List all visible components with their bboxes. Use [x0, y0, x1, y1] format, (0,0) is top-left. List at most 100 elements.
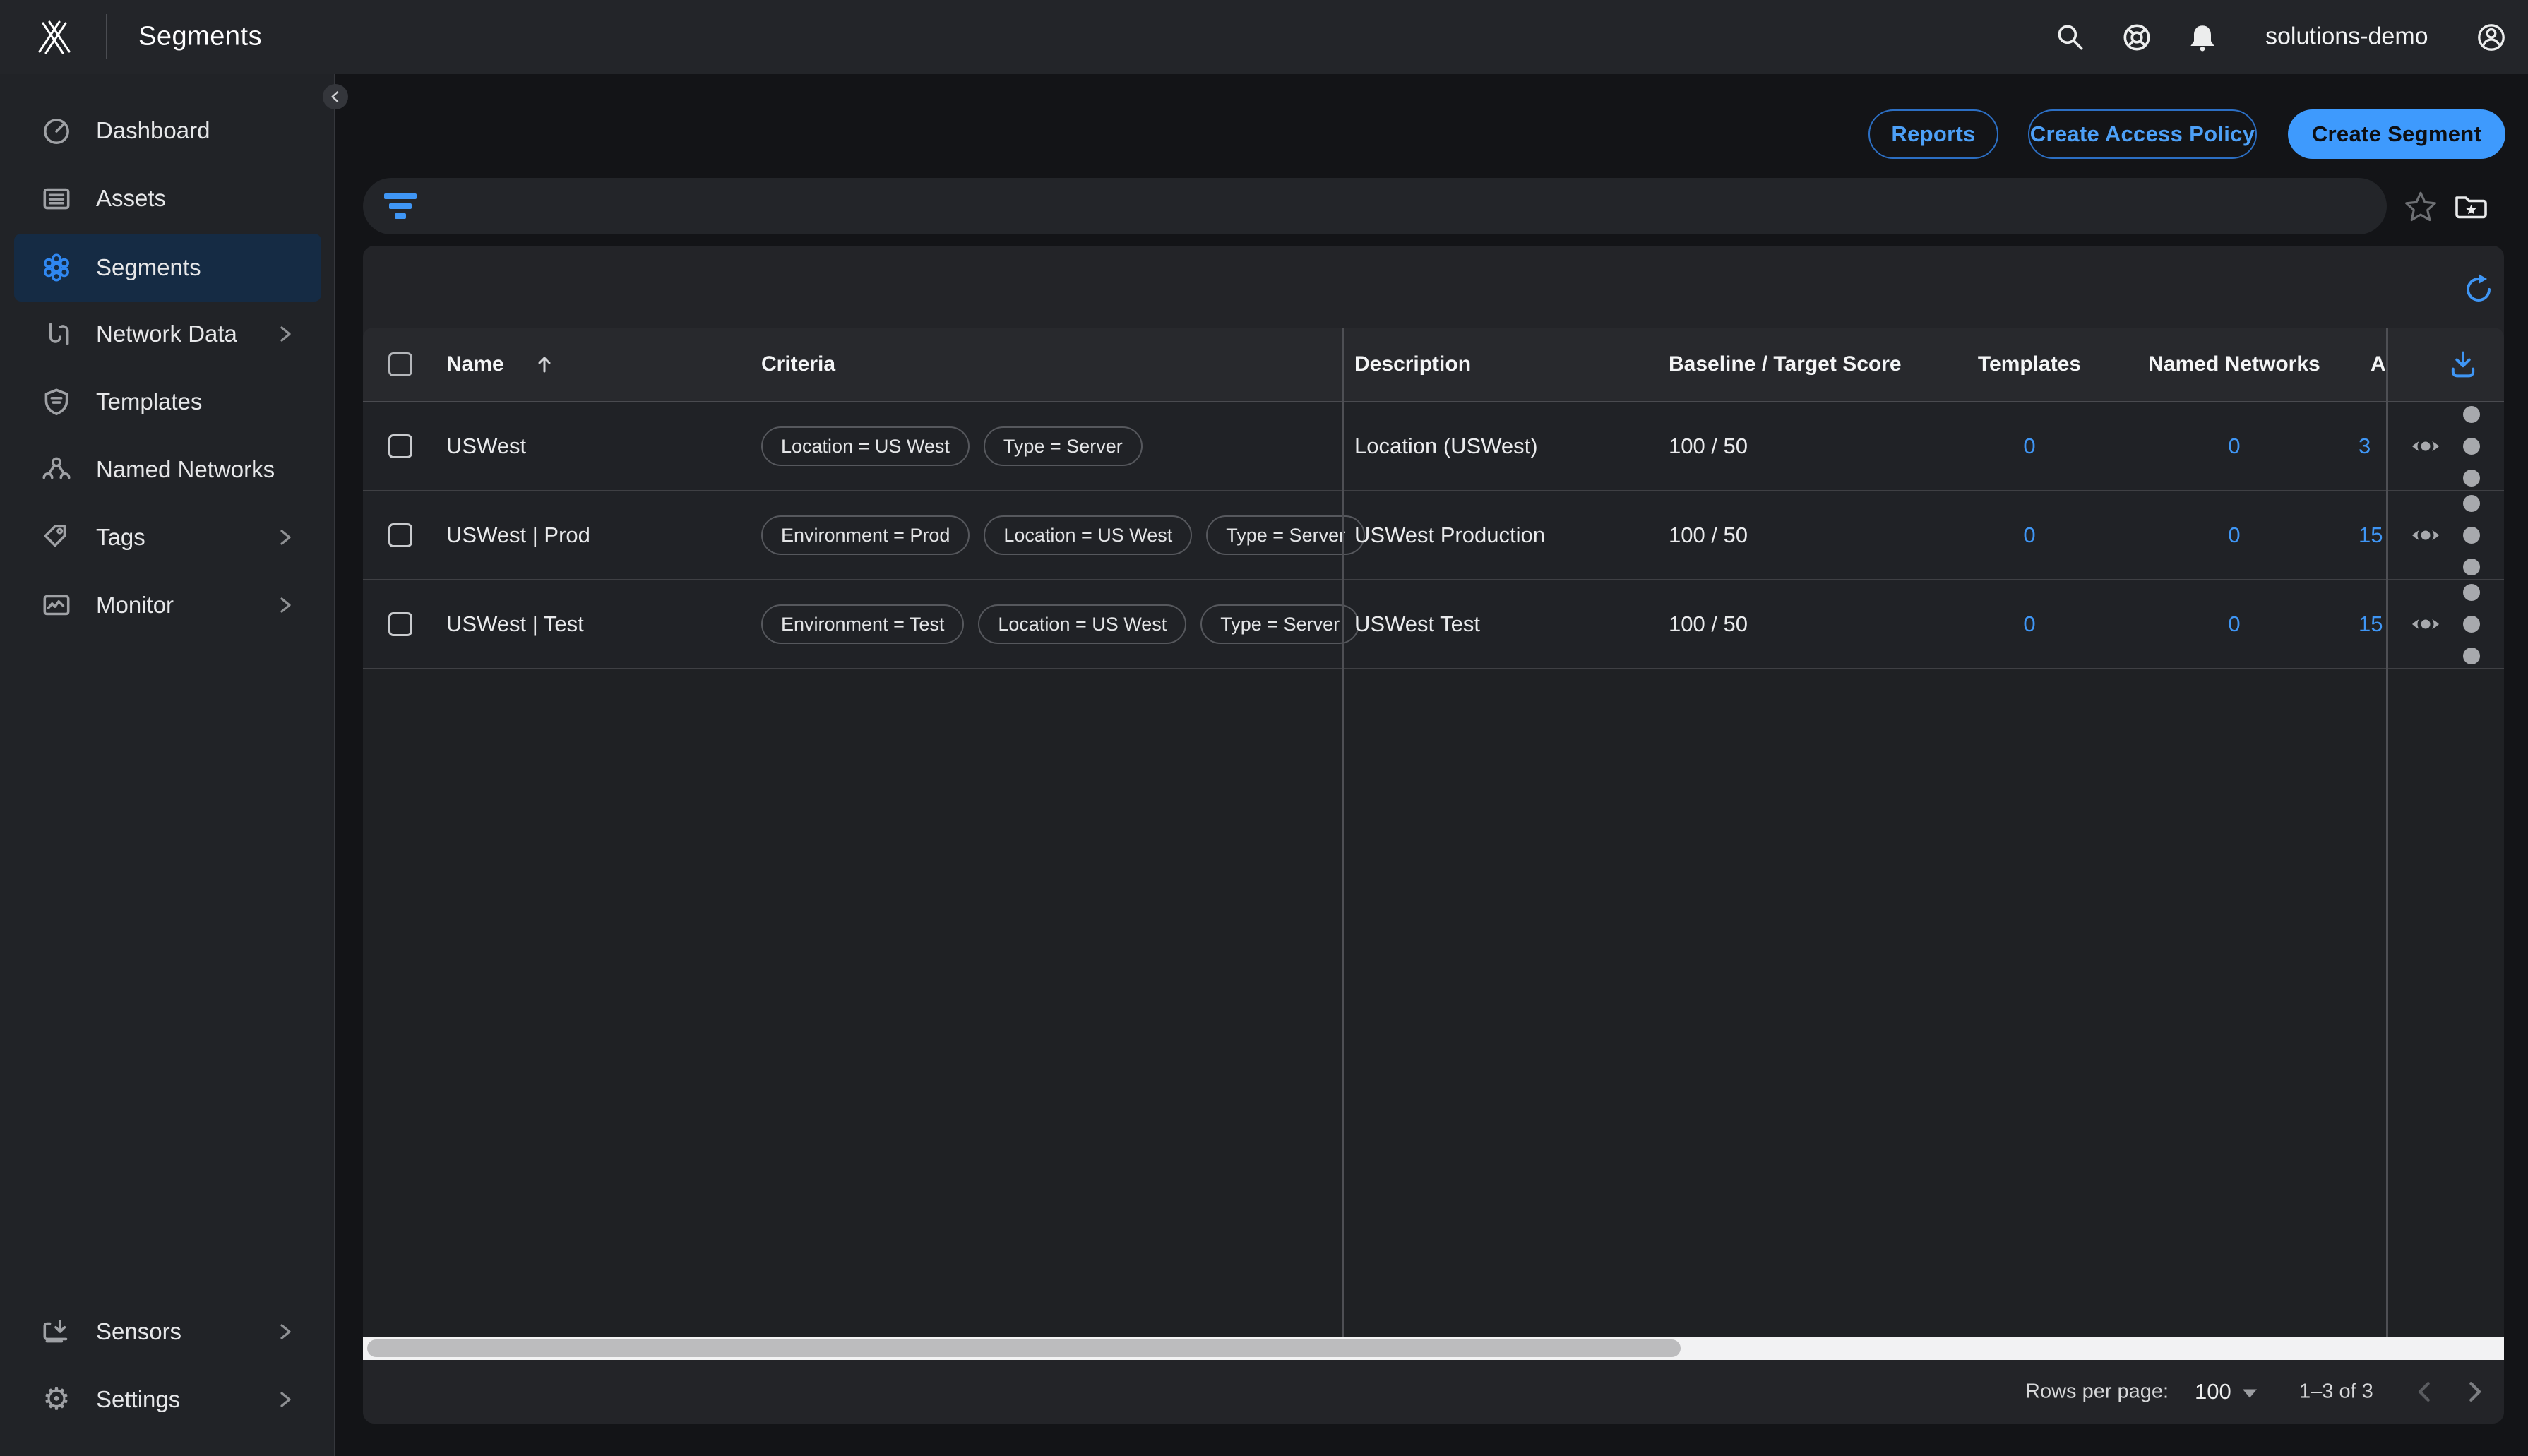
sidebar-item-sensors[interactable]: Sensors: [0, 1298, 335, 1366]
notifications-bell-icon[interactable]: [2186, 20, 2219, 54]
sort-ascending-icon[interactable]: [534, 354, 555, 375]
rows-per-page-label: Rows per page:: [2025, 1380, 2169, 1404]
assets-count-link[interactable]: 3: [2359, 434, 2387, 459]
segments-icon: [40, 251, 73, 285]
create-access-policy-button[interactable]: Create Access Policy: [2028, 109, 2257, 159]
criteria-chip: Location = US West: [978, 604, 1186, 644]
chevron-right-icon: [275, 1321, 296, 1342]
filter-input[interactable]: [363, 178, 2387, 234]
view-eye-icon[interactable]: [2409, 607, 2443, 641]
baseline-target-score: 100 / 50: [1669, 611, 1748, 637]
segment-name: USWest: [446, 434, 526, 459]
column-header-criteria: Criteria: [761, 352, 835, 376]
baseline-target-score: 100 / 50: [1669, 523, 1748, 548]
view-eye-icon[interactable]: [2409, 429, 2443, 463]
search-icon[interactable]: [2053, 20, 2087, 54]
segments-table-card: Name Criteria Description Baseline / Tar…: [363, 246, 2504, 1424]
previous-page-icon[interactable]: [2411, 1378, 2439, 1406]
topbar-divider: [106, 14, 107, 59]
templates-count-link[interactable]: 0: [1945, 611, 2114, 637]
named-networks-icon: [40, 453, 73, 487]
help-icon[interactable]: [2120, 20, 2154, 54]
criteria-chips: Environment = Test Location = US West Ty…: [761, 604, 1359, 644]
row-menu-kebab-icon[interactable]: [2455, 518, 2488, 552]
baseline-target-score: 100 / 50: [1669, 434, 1748, 459]
rows-per-page-select[interactable]: 100: [2195, 1379, 2231, 1404]
settings-gear-icon: ⚙: [40, 1383, 73, 1416]
segment-description: USWest Test: [1354, 611, 1480, 637]
network-data-icon: [40, 317, 73, 351]
chevron-right-icon: [275, 323, 296, 345]
criteria-chip: Environment = Test: [761, 604, 964, 644]
criteria-chips: Environment = Prod Location = US West Ty…: [761, 515, 1365, 555]
reports-button[interactable]: Reports: [1868, 109, 1998, 159]
favorite-star-icon[interactable]: [2403, 189, 2438, 225]
column-header-name[interactable]: Name: [446, 352, 504, 376]
pinned-left-divider: [1342, 328, 1344, 1337]
row-menu-kebab-icon[interactable]: [2455, 429, 2488, 463]
named-networks-count-link[interactable]: 0: [2121, 434, 2347, 459]
download-icon[interactable]: [2446, 347, 2480, 381]
filter-icon[interactable]: [384, 193, 417, 219]
column-header-description: Description: [1354, 352, 1471, 376]
assets-count-link[interactable]: 15: [2359, 611, 2387, 637]
column-header-assets-truncated: Assets: [2371, 352, 2387, 376]
saved-filters-folder-icon[interactable]: [2452, 189, 2488, 225]
segment-name: USWest | Test: [446, 611, 584, 637]
sidebar-item-tags[interactable]: Tags: [0, 503, 335, 571]
refresh-icon[interactable]: [2462, 273, 2496, 306]
segment-name: USWest | Prod: [446, 523, 590, 548]
sidebar-collapse-button[interactable]: [323, 84, 348, 109]
templates-count-link[interactable]: 0: [1945, 434, 2114, 459]
pagination-bar: Rows per page: 100 1–3 of 3: [363, 1360, 2504, 1424]
account-name[interactable]: solutions-demo: [2265, 23, 2428, 50]
horizontal-scrollbar-track[interactable]: [363, 1337, 2504, 1360]
app-root: Segments solutions-demo: [0, 0, 2528, 1456]
segment-description: USWest Production: [1354, 523, 1545, 548]
sidebar-item-monitor[interactable]: Monitor: [0, 571, 335, 639]
horizontal-scrollbar-thumb[interactable]: [367, 1339, 1681, 1357]
rows-per-page-caret-icon[interactable]: [2243, 1380, 2257, 1404]
topbar: Segments solutions-demo: [0, 0, 2528, 74]
row-checkbox[interactable]: [388, 612, 412, 636]
table-row[interactable]: USWest | Prod Environment = Prod Locatio…: [363, 491, 2504, 580]
table-row[interactable]: USWest | Test Environment = Test Locatio…: [363, 580, 2504, 669]
app-logo-icon[interactable]: [34, 17, 73, 56]
row-checkbox[interactable]: [388, 434, 412, 458]
sidebar-item-dashboard[interactable]: Dashboard: [0, 97, 335, 165]
templates-count-link[interactable]: 0: [1945, 523, 2114, 548]
named-networks-count-link[interactable]: 0: [2121, 611, 2347, 637]
row-menu-kebab-icon[interactable]: [2455, 607, 2488, 641]
sidebar-item-segments[interactable]: Segments: [14, 234, 321, 302]
criteria-chip: Type = Server: [1200, 604, 1359, 644]
sidebar: Dashboard Assets Segments Network Data: [0, 74, 335, 1456]
column-header-baseline-target: Baseline / Target Score: [1669, 352, 1902, 376]
monitor-chart-icon: [40, 588, 73, 622]
sidebar-item-network-data[interactable]: Network Data: [0, 300, 335, 368]
select-all-checkbox[interactable]: [388, 352, 412, 376]
create-segment-button[interactable]: Create Segment: [2288, 109, 2505, 159]
column-header-named-networks: Named Networks: [2121, 352, 2347, 376]
chevron-right-icon: [275, 595, 296, 616]
dashboard-icon: [40, 114, 73, 148]
chevron-right-icon: [275, 527, 296, 548]
table-header-row: Name Criteria Description Baseline / Tar…: [363, 328, 2504, 402]
criteria-chip: Type = Server: [984, 426, 1143, 466]
table-empty-area: [363, 669, 2504, 1337]
sidebar-item-settings[interactable]: ⚙ Settings: [0, 1366, 335, 1433]
criteria-chip: Location = US West: [984, 515, 1192, 555]
next-page-icon[interactable]: [2460, 1378, 2488, 1406]
sidebar-item-templates[interactable]: Templates: [0, 368, 335, 436]
row-checkbox[interactable]: [388, 523, 412, 547]
account-avatar-icon[interactable]: [2474, 20, 2508, 54]
sidebar-item-named-networks[interactable]: Named Networks: [0, 436, 335, 503]
tags-icon: [40, 520, 73, 554]
sidebar-item-assets[interactable]: Assets: [0, 165, 335, 232]
assets-count-link[interactable]: 15: [2359, 523, 2387, 548]
view-eye-icon[interactable]: [2409, 518, 2443, 552]
pinned-right-divider: [2386, 328, 2388, 1337]
named-networks-count-link[interactable]: 0: [2121, 523, 2347, 548]
column-header-templates: Templates: [1945, 352, 2114, 376]
table-row[interactable]: USWest Location = US West Type = Server …: [363, 402, 2504, 491]
chevron-right-icon: [275, 1389, 296, 1410]
